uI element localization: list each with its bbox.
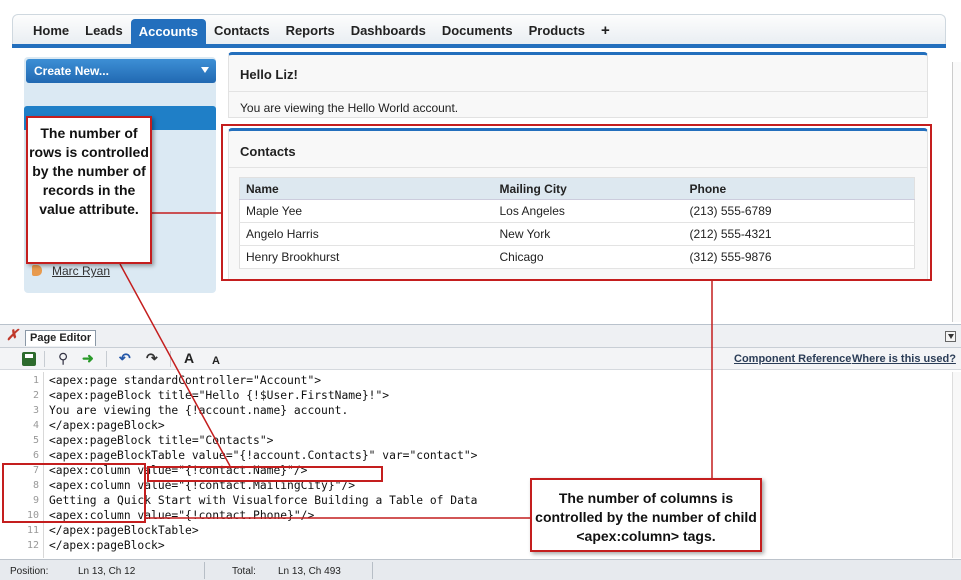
toolbar-divider [44, 351, 45, 367]
search-icon[interactable]: ⚲ [58, 350, 68, 366]
save-icon[interactable] [22, 352, 36, 366]
tab-underline [12, 44, 946, 48]
tab-leads[interactable]: Leads [77, 15, 131, 45]
column-tags-highlight-box [2, 463, 146, 523]
create-new-label: Create New... [34, 64, 109, 78]
contact-icon [32, 265, 42, 276]
code-line: <apex:pageBlock title="Hello {!$User.Fir… [49, 389, 390, 402]
page-editor-header [0, 324, 961, 348]
create-new-dropdown[interactable]: Create New... [26, 59, 216, 83]
sidebar-recent-item[interactable]: Marc Ryan [52, 264, 110, 278]
hello-block-title: Hello Liz! [240, 67, 298, 82]
code-line: <apex:pageBlock title="Contacts"> [49, 434, 274, 447]
tab-home[interactable]: Home [25, 15, 77, 45]
table-highlight-box [221, 124, 932, 281]
code-scrollbar[interactable] [952, 372, 961, 558]
editor-status-bar: Position: Ln 13, Ch 12 Total: Ln 13, Ch … [0, 559, 961, 580]
chevron-down-icon [201, 67, 209, 73]
where-is-this-used-link[interactable]: Where is this used? [852, 353, 956, 365]
line-number: 4 [32, 420, 39, 431]
increase-font-icon[interactable]: A [184, 350, 194, 366]
add-tab-plus-icon[interactable]: + [593, 15, 618, 45]
component-reference-link[interactable]: Component Reference [734, 353, 851, 365]
hello-block-body: You are viewing the Hello World account. [240, 101, 459, 115]
toolbar-divider [106, 351, 107, 367]
hello-page-block: Hello Liz! You are viewing the Hello Wor… [228, 52, 928, 118]
line-number: 12 [26, 540, 39, 551]
undo-icon[interactable]: ↶ [119, 350, 131, 366]
go-to-line-arrow-icon[interactable]: ➜ [82, 350, 94, 366]
total-label: Total: [232, 566, 256, 577]
line-number: 1 [32, 375, 39, 386]
total-value: Ln 13, Ch 493 [278, 566, 341, 577]
code-line: </apex:pageBlockTable> [49, 524, 199, 537]
collapse-editor-icon[interactable] [945, 331, 956, 342]
page-editor-tab[interactable]: Page Editor [25, 330, 97, 346]
line-number: 11 [26, 525, 39, 536]
decrease-font-icon[interactable]: A [212, 353, 220, 369]
app-tab-bar: Home Leads Accounts Contacts Reports Das… [12, 14, 946, 45]
status-divider [372, 562, 373, 579]
code-line: <apex:pageBlockTable value="{!account.Co… [49, 449, 478, 462]
code-line: <apex:page standardController="Account"> [49, 374, 322, 387]
line-number: 3 [32, 405, 39, 416]
status-divider [204, 562, 205, 579]
tab-products[interactable]: Products [521, 15, 593, 45]
tab-list: Home Leads Accounts Contacts Reports Das… [25, 15, 618, 45]
tab-accounts[interactable]: Accounts [130, 19, 206, 45]
position-label: Position: [10, 566, 49, 577]
line-number: 5 [32, 435, 39, 446]
editor-logo-icon: ✗ [6, 327, 19, 344]
value-attribute-highlight-box [147, 466, 383, 482]
divider [229, 91, 927, 92]
code-line: </apex:pageBlock> [49, 419, 165, 432]
rows-callout: The number of rows is controlled by the … [26, 116, 152, 264]
line-number: 2 [32, 390, 39, 401]
tab-contacts[interactable]: Contacts [206, 15, 278, 45]
redo-icon[interactable]: ↷ [146, 350, 158, 366]
position-value: Ln 13, Ch 12 [78, 566, 136, 577]
code-line: </apex:pageBlock> [49, 539, 165, 552]
tab-documents[interactable]: Documents [434, 15, 521, 45]
toolbar-divider [170, 351, 171, 367]
columns-callout: The number of columns is controlled by t… [530, 478, 762, 552]
code-line: You are viewing the {!account.name} acco… [49, 404, 349, 417]
tab-reports[interactable]: Reports [278, 15, 343, 45]
tab-dashboards[interactable]: Dashboards [343, 15, 434, 45]
page-scrollbar[interactable] [952, 62, 961, 322]
line-number: 6 [32, 450, 39, 461]
